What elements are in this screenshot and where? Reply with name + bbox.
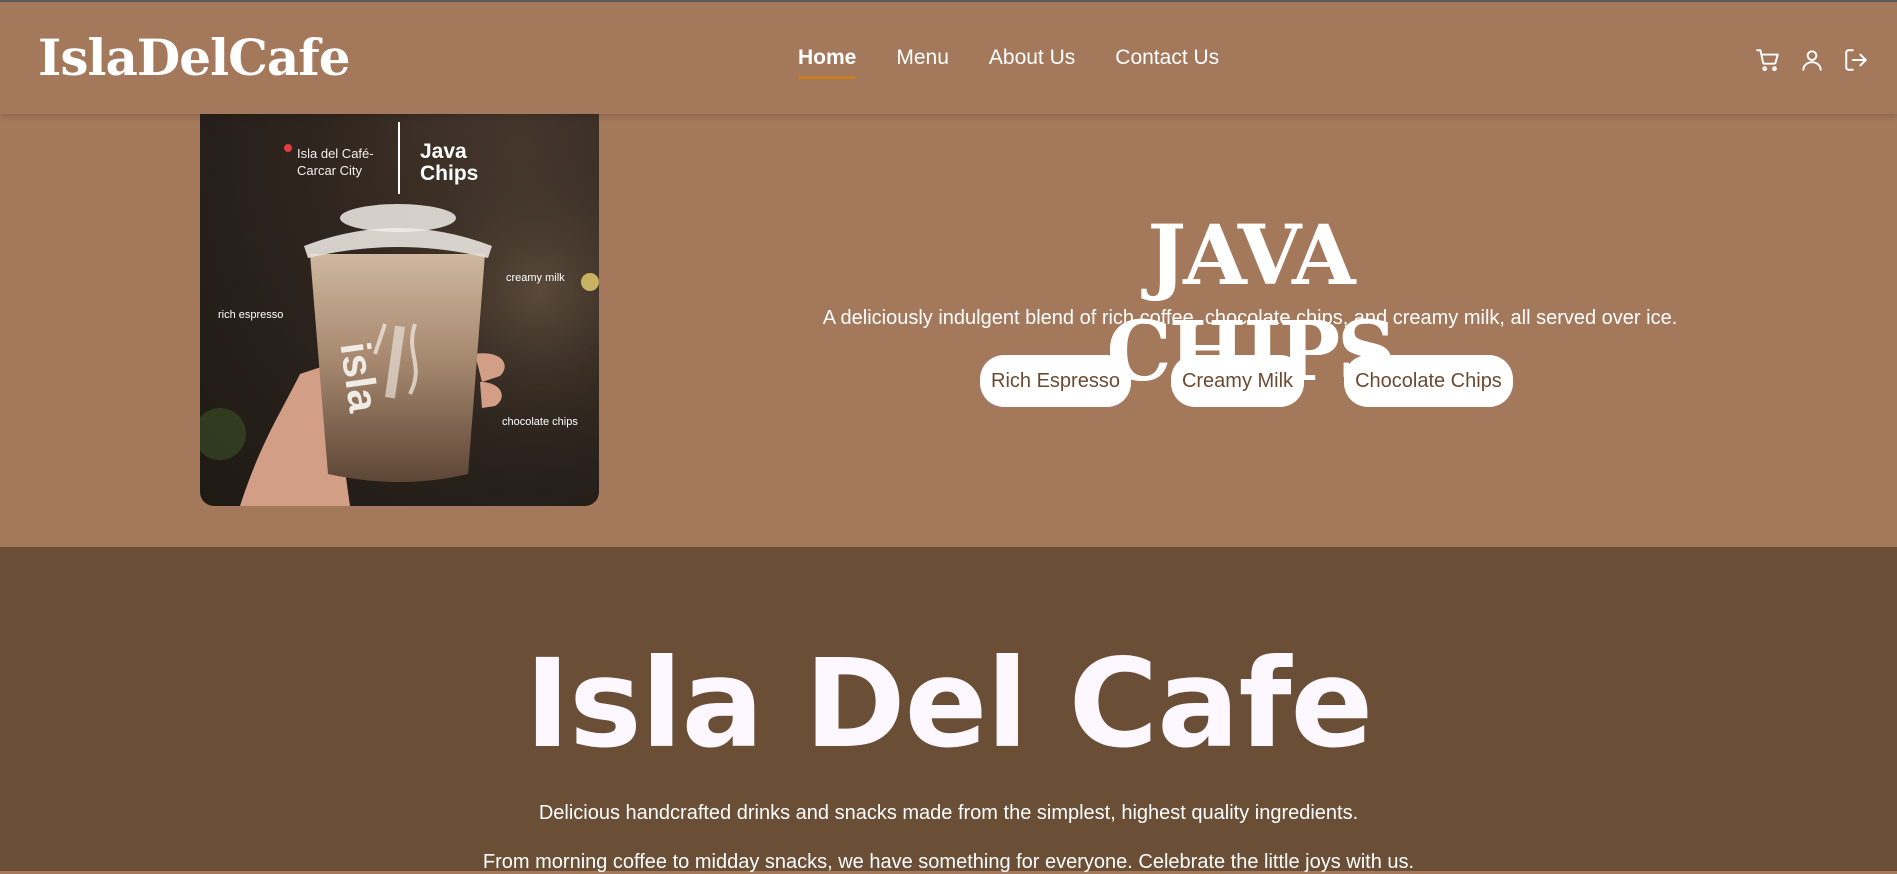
logout-icon[interactable] bbox=[1843, 47, 1869, 73]
site-logo[interactable]: IslaDelCafe bbox=[38, 28, 351, 87]
cart-icon[interactable] bbox=[1755, 47, 1781, 73]
nav-item-about-us[interactable]: About Us bbox=[989, 46, 1075, 76]
product-image-java-chips: Isla del Café- Carcar City Java Chips ri… bbox=[200, 114, 599, 506]
header-actions bbox=[1755, 47, 1869, 73]
about-title: Isla Del Cafe bbox=[524, 633, 1374, 775]
image-label-espresso: rich espresso bbox=[218, 309, 284, 321]
chip-rich-espresso[interactable]: Rich Espresso bbox=[980, 355, 1131, 407]
image-location-text: Isla del Café- bbox=[297, 146, 374, 161]
chip-chocolate-chips[interactable]: Chocolate Chips bbox=[1344, 355, 1513, 407]
nav-item-home[interactable]: Home bbox=[798, 46, 857, 79]
image-title-line2: Chips bbox=[420, 162, 479, 185]
image-label-chocolate: chocolate chips bbox=[502, 416, 578, 428]
image-location-text-2: Carcar City bbox=[297, 163, 363, 178]
ingredient-chips: Rich Espresso Creamy Milk Chocolate Chip… bbox=[980, 355, 1513, 407]
about-section: Isla Del Cafe Delicious handcrafted drin… bbox=[0, 547, 1897, 873]
nav-item-contact-us[interactable]: Contact Us bbox=[1115, 46, 1219, 76]
image-label-milk: creamy milk bbox=[506, 272, 565, 284]
hero-description: A deliciously indulgent blend of rich co… bbox=[822, 307, 1678, 329]
chip-creamy-milk[interactable]: Creamy Milk bbox=[1170, 355, 1305, 407]
about-line-1: Delicious handcrafted drinks and snacks … bbox=[538, 802, 1359, 824]
main-nav: Home Menu About Us Contact Us bbox=[798, 46, 1219, 79]
hero-section: Isla del Café- Carcar City Java Chips ri… bbox=[0, 114, 1897, 547]
cup-brand-text: isla bbox=[331, 339, 388, 415]
nav-item-menu[interactable]: Menu bbox=[896, 46, 949, 76]
site-header: IslaDelCafe Home Menu About Us Contact U… bbox=[0, 2, 1897, 114]
user-icon[interactable] bbox=[1799, 47, 1825, 73]
image-title-line1: Java bbox=[420, 140, 467, 163]
